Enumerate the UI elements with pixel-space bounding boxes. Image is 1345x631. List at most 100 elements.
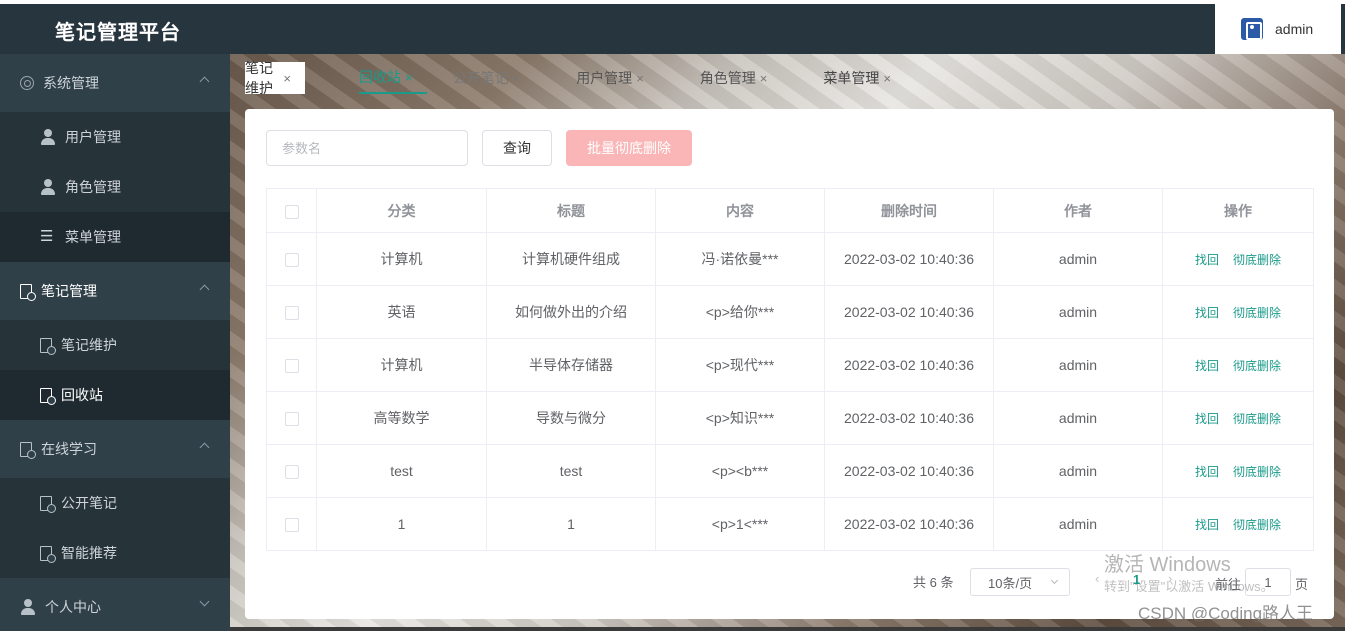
row-checkbox[interactable] (284, 306, 299, 321)
restore-link[interactable]: 找回 (1195, 253, 1219, 267)
purge-link[interactable]: 彻底删除 (1233, 412, 1281, 426)
gear-icon (20, 76, 34, 90)
note-icon (20, 283, 36, 301)
sidebar: 系统管理 用户管理 角色管理 菜单管理 笔记管理 笔记维护 回收站 在线学习 公… (0, 54, 230, 631)
tab-note-maintenance[interactable]: 笔记维护 × (245, 60, 305, 96)
restore-link[interactable]: 找回 (1195, 359, 1219, 373)
purge-link[interactable]: 彻底删除 (1233, 306, 1281, 320)
cell-category: 1 (316, 497, 487, 551)
row-checkbox[interactable] (284, 253, 299, 268)
tab-label: 角色管理 (699, 70, 756, 86)
cell-deleted-at: 2022-03-02 10:40:36 (824, 497, 994, 551)
row-checkbox[interactable] (284, 359, 299, 374)
row-select-cell (266, 338, 317, 392)
cell-author: admin (993, 497, 1163, 551)
close-icon[interactable]: × (636, 71, 644, 86)
cell-title: 导数与微分 (486, 391, 656, 445)
cell-content: <p>知识*** (655, 391, 825, 445)
purge-link[interactable]: 彻底删除 (1233, 359, 1281, 373)
tab-label: 公开笔记 (452, 70, 509, 86)
cell-deleted-at: 2022-03-02 10:40:36 (824, 444, 994, 498)
restore-link[interactable]: 找回 (1195, 465, 1219, 479)
tab-bar: 笔记维护 × 回收站 × 公开笔记 × 用户管理 × 角色管理 × 菜单管理 × (245, 60, 905, 96)
row-checkbox[interactable] (284, 518, 299, 533)
close-icon[interactable]: × (405, 70, 413, 85)
user-icon (20, 599, 36, 615)
menu-group-label: 个人中心 (45, 599, 101, 615)
doc-icon (20, 441, 36, 459)
chevron-up-icon (199, 284, 210, 295)
sidebar-item-users[interactable]: 用户管理 (0, 112, 230, 162)
column-header: 分类 (316, 188, 487, 233)
menu-group-personal[interactable]: 个人中心 (0, 578, 230, 631)
cell-title: 半导体存储器 (486, 338, 656, 392)
tab-recycle-bin[interactable]: 回收站 × (359, 62, 427, 94)
cell-content: <p><b*** (655, 444, 825, 498)
row-checkbox[interactable] (284, 465, 299, 480)
prev-page-button[interactable]: ‹ (1095, 571, 1099, 586)
csdn-watermark: CSDN @Coding路人王 (1138, 604, 1314, 623)
sidebar-item-roles[interactable]: 角色管理 (0, 162, 230, 212)
tab-label: 笔记维护 (245, 60, 273, 96)
menu-list-icon (40, 227, 56, 245)
sidebar-item-recommend[interactable]: 智能推荐 (0, 528, 230, 578)
cell-content: <p>1<*** (655, 497, 825, 551)
restore-link[interactable]: 找回 (1195, 306, 1219, 320)
row-select-cell (266, 232, 317, 286)
batch-delete-button[interactable]: 批量彻底删除 (566, 130, 692, 166)
column-header: 操作 (1162, 188, 1314, 233)
content-card: 查询 批量彻底删除 分类 标题 内容 删除时间 作者 操作 计算机计算机硬件组成… (245, 109, 1334, 619)
cell-author: admin (993, 338, 1163, 392)
sidebar-item-label: 公开笔记 (61, 495, 117, 511)
sidebar-item-label: 用户管理 (65, 129, 121, 145)
close-icon[interactable]: × (760, 71, 768, 86)
cell-author: admin (993, 285, 1163, 339)
cell-content: 冯·诺依曼*** (655, 232, 825, 286)
user-menu[interactable]: admin (1215, 4, 1341, 54)
purge-link[interactable]: 彻底删除 (1233, 465, 1281, 479)
table-row: test test <p><b*** 2022-03-02 10:40:36 admin… (266, 444, 1314, 498)
column-header: 内容 (655, 188, 825, 233)
cell-category: 计算机 (316, 338, 487, 392)
page-size-select[interactable]: 10条/页 (970, 568, 1070, 596)
row-select-cell (266, 444, 317, 498)
menu-group-label: 系统管理 (43, 75, 99, 91)
purge-link[interactable]: 彻底删除 (1233, 253, 1281, 267)
close-icon[interactable]: × (513, 71, 521, 86)
menu-group-notes[interactable]: 笔记管理 (0, 262, 230, 320)
close-icon[interactable]: × (283, 71, 291, 86)
note-icon (40, 387, 56, 405)
sidebar-item-menus[interactable]: 菜单管理 (0, 212, 230, 262)
sidebar-item-public-notes[interactable]: 公开笔记 (0, 478, 230, 528)
purge-link[interactable]: 彻底删除 (1233, 518, 1281, 532)
select-all-checkbox[interactable] (284, 204, 299, 219)
chevron-down-icon (199, 596, 210, 607)
menu-group-system[interactable]: 系统管理 (0, 54, 230, 112)
chevron-down-icon (1050, 576, 1059, 585)
cell-deleted-at: 2022-03-02 10:40:36 (824, 338, 994, 392)
sidebar-item-note-maintenance[interactable]: 笔记维护 (0, 320, 230, 370)
sidebar-item-label: 菜单管理 (65, 229, 121, 245)
tab-users[interactable]: 用户管理 × (576, 62, 658, 94)
tab-public-notes[interactable]: 公开笔记 × (453, 62, 535, 94)
search-input[interactable] (266, 130, 468, 166)
sidebar-item-recycle-bin[interactable]: 回收站 (0, 370, 230, 420)
cell-deleted-at: 2022-03-02 10:40:36 (824, 285, 994, 339)
row-checkbox[interactable] (284, 412, 299, 427)
total-count: 共 6 条 (913, 575, 954, 590)
cell-title: 1 (486, 497, 656, 551)
menu-group-online-learning[interactable]: 在线学习 (0, 420, 230, 478)
table-row: 高等数学 导数与微分 <p>知识*** 2022-03-02 10:40:36 admi… (266, 391, 1314, 445)
user-name: admin (1275, 21, 1314, 37)
close-icon[interactable]: × (883, 71, 891, 86)
tab-label: 用户管理 (576, 70, 633, 86)
cell-category: 英语 (316, 285, 487, 339)
tab-roles[interactable]: 角色管理 × (700, 62, 782, 94)
top-header: 笔记管理平台 admin (0, 4, 1345, 54)
query-button[interactable]: 查询 (482, 130, 552, 166)
restore-link[interactable]: 找回 (1195, 412, 1219, 426)
tab-menus[interactable]: 菜单管理 × (823, 62, 905, 94)
cell-actions: 找回 彻底删除 (1162, 444, 1314, 498)
restore-link[interactable]: 找回 (1195, 518, 1219, 532)
menu-group-label: 笔记管理 (41, 283, 97, 299)
